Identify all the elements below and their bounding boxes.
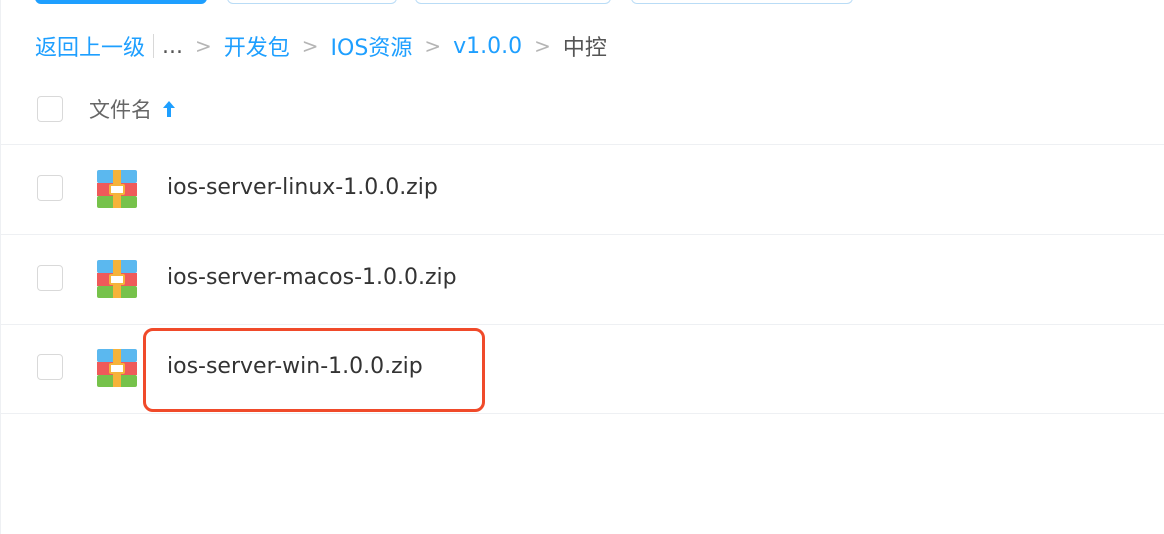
toolbar-button-4[interactable]: [631, 0, 853, 4]
filename-column-header[interactable]: 文件名: [89, 94, 176, 124]
row-checkbox[interactable]: [37, 354, 63, 380]
breadcrumb-separator: >: [534, 34, 551, 58]
table-row[interactable]: ios-server-linux-1.0.0.zip: [1, 145, 1164, 235]
toolbar-button-2[interactable]: [227, 0, 397, 4]
toolbar-primary-button[interactable]: [35, 0, 207, 4]
select-all-checkbox[interactable]: [37, 96, 63, 122]
file-name-link[interactable]: ios-server-linux-1.0.0.zip: [167, 175, 438, 200]
filename-column-label: 文件名: [89, 98, 152, 122]
row-checkbox[interactable]: [37, 265, 63, 291]
breadcrumb-separator: >: [301, 34, 319, 58]
table-row[interactable]: ios-server-win-1.0.0.zip: [1, 324, 1164, 414]
zip-archive-icon: [97, 349, 137, 387]
breadcrumb-item-dev-package[interactable]: 开发包: [224, 30, 290, 62]
breadcrumb-item-ios-resources[interactable]: IOS资源: [331, 30, 413, 62]
toolbar-button-3[interactable]: [415, 0, 611, 4]
breadcrumb-ellipsis[interactable]: ...: [162, 34, 183, 59]
file-name-link[interactable]: ios-server-macos-1.0.0.zip: [167, 265, 457, 290]
table-header: 文件名: [1, 84, 1164, 145]
file-name-link[interactable]: ios-server-win-1.0.0.zip: [167, 354, 423, 379]
breadcrumb-current: 中控: [562, 36, 607, 61]
table-row[interactable]: ios-server-macos-1.0.0.zip: [1, 235, 1164, 325]
breadcrumb-item-version[interactable]: v1.0.0: [453, 34, 522, 59]
breadcrumb: 返回上一级 ... > 开发包 > IOS资源 > v1.0.0 > 中控: [35, 30, 607, 62]
sort-ascending-icon[interactable]: [162, 99, 176, 119]
breadcrumb-divider: [153, 34, 155, 58]
row-checkbox[interactable]: [37, 175, 63, 201]
back-to-parent-link[interactable]: 返回上一级: [35, 30, 145, 62]
zip-archive-icon: [97, 260, 137, 298]
zip-archive-icon: [97, 170, 137, 208]
breadcrumb-separator: >: [195, 34, 212, 58]
file-browser-page: 返回上一级 ... > 开发包 > IOS资源 > v1.0.0 > 中控 文件…: [0, 0, 1164, 534]
breadcrumb-separator: >: [424, 34, 442, 58]
